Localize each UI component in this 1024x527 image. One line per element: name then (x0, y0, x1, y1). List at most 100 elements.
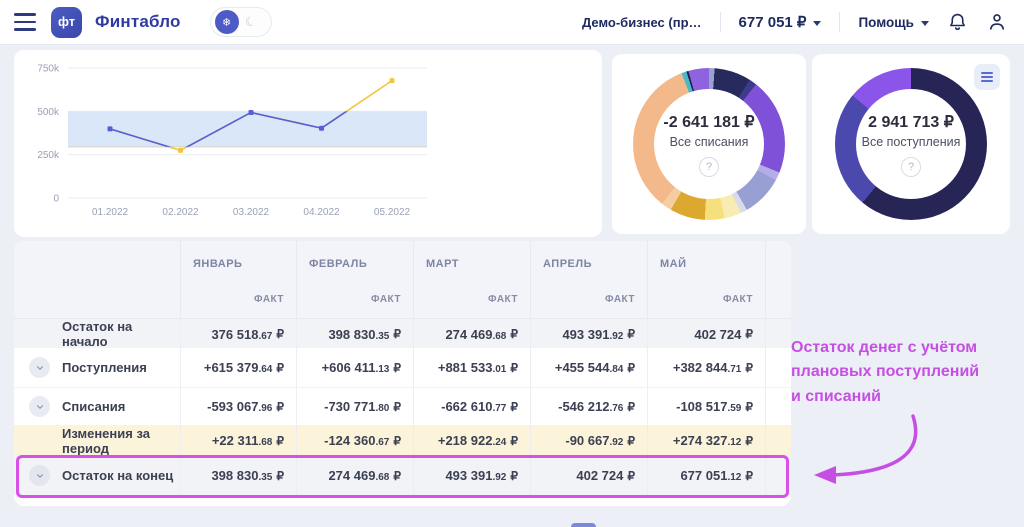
donut-center: -2 641 181 ₽ Все списания ? (654, 89, 764, 199)
table-cell: 402 724₽ (647, 319, 765, 349)
table-cell: +606 411.13₽ (296, 348, 413, 387)
svg-text:0: 0 (53, 194, 59, 205)
theme-toggle[interactable]: ❄ ☾ (210, 7, 272, 37)
expand-row-button[interactable] (29, 396, 50, 417)
annotation-arrow (798, 406, 926, 492)
filler-cell (765, 348, 791, 387)
income-donut-chart[interactable]: 2 941 713 ₽ Все поступления ? (835, 68, 987, 220)
chevron-down-icon (35, 363, 45, 373)
help-icon[interactable]: ? (699, 157, 719, 177)
menu-icon[interactable] (14, 13, 38, 31)
expenses-donut-card: -2 641 181 ₽ Все списания ? (612, 54, 806, 234)
annotation-text: Остаток денег с учётом плановых поступле… (791, 336, 1019, 409)
row-label: Списания (62, 399, 125, 414)
snowflake-icon[interactable]: ❄ (215, 10, 239, 34)
svg-text:250k: 250k (37, 150, 60, 161)
expenses-total: -2 641 181 ₽ (663, 112, 754, 132)
table-cell: -730 771.80₽ (296, 388, 413, 425)
row-label: Остаток на начало (14, 319, 180, 349)
expand-row-button[interactable] (29, 357, 50, 378)
profile-icon[interactable] (986, 11, 1008, 33)
column-header-january: ЯНВАРЬ ФАКТ (180, 241, 296, 318)
expenses-donut-chart[interactable]: -2 641 181 ₽ Все списания ? (633, 68, 785, 220)
fact-subheader: ФАКТ (488, 294, 518, 305)
svg-text:05.2022: 05.2022 (374, 207, 411, 218)
filler-cell (765, 456, 791, 495)
fact-subheader: ФАКТ (723, 294, 753, 305)
fact-subheader: ФАКТ (254, 294, 284, 305)
svg-text:750k: 750k (37, 64, 60, 75)
month-name: МАЙ (660, 258, 753, 270)
table-cell: 274 469.68₽ (413, 319, 530, 349)
cashflow-table: ЯНВАРЬ ФАКТ ФЕВРАЛЬ ФАКТ МАРТ ФАКТ АПРЕЛ… (14, 241, 791, 506)
fact-subheader: ФАКТ (371, 294, 401, 305)
table-cell: 402 724₽ (530, 456, 647, 495)
table-row-income[interactable]: Поступления +615 379.64₽ +606 411.13₽ +8… (14, 348, 791, 387)
table-cell: +615 379.64₽ (180, 348, 296, 387)
expenses-label: Все списания (670, 135, 749, 149)
table-cell: +22 311.68₽ (180, 425, 296, 456)
month-name: АПРЕЛЬ (543, 258, 635, 270)
income-donut-card: 2 941 713 ₽ Все поступления ? (812, 54, 1010, 234)
balance-line-chart-card: 0250k500k750k01.202202.202203.202204.202… (14, 50, 602, 237)
table-cell: -124 360.67₽ (296, 425, 413, 456)
svg-text:03.2022: 03.2022 (233, 207, 270, 218)
chart-menu-button[interactable] (974, 64, 1000, 90)
annotation-line: и списаний (791, 385, 1019, 409)
donut-center: 2 941 713 ₽ Все поступления ? (856, 89, 966, 199)
balance-dropdown[interactable]: 677 051 ₽ (739, 13, 822, 31)
svg-text:01.2022: 01.2022 (92, 207, 129, 218)
header-left: фт Финтабло ❄ ☾ (14, 7, 272, 38)
label-column-header (14, 241, 180, 318)
filler-cell (765, 319, 791, 349)
scroll-peek-button[interactable] (571, 523, 596, 527)
divider (720, 12, 721, 32)
expand-row-button[interactable] (29, 465, 50, 486)
column-header-april: АПРЕЛЬ ФАКТ (530, 241, 647, 318)
svg-text:500k: 500k (37, 107, 60, 118)
svg-text:04.2022: 04.2022 (303, 207, 340, 218)
month-name: ЯНВАРЬ (193, 258, 284, 270)
table-header-row: ЯНВАРЬ ФАКТ ФЕВРАЛЬ ФАКТ МАРТ ФАКТ АПРЕЛ… (14, 241, 791, 319)
month-name: МАРТ (426, 258, 518, 270)
filler-cell (765, 388, 791, 425)
table-cell: 274 469.68₽ (296, 456, 413, 495)
row-label: Поступления (62, 360, 147, 375)
table-cell: -546 212.76₽ (530, 388, 647, 425)
table-row-closing-balance[interactable]: Остаток на конец 398 830.35₽ 274 469.68₽… (14, 456, 791, 495)
brand-name: Финтабло (95, 12, 181, 32)
balance-line-chart: 0250k500k750k01.202202.202203.202204.202… (14, 50, 602, 237)
row-label-wrap: Списания (14, 388, 180, 425)
income-total: 2 941 713 ₽ (868, 112, 954, 132)
top-header: фт Финтабло ❄ ☾ Демо-бизнес (пр… 677 051… (0, 0, 1024, 44)
table-cell: -593 067.96₽ (180, 388, 296, 425)
row-label: Изменения за период (14, 425, 180, 456)
company-selector[interactable]: Демо-бизнес (пр… (582, 15, 702, 30)
column-header-march: МАРТ ФАКТ (413, 241, 530, 318)
row-label: Остаток на конец (62, 468, 173, 483)
chevron-down-icon (813, 21, 821, 26)
column-header-may: МАЙ ФАКТ (647, 241, 765, 318)
annotation-line: Остаток денег с учётом (791, 336, 1019, 360)
table-row-expenses[interactable]: Списания -593 067.96₽ -730 771.80₽ -662 … (14, 387, 791, 425)
table-row-period-change: Изменения за период +22 311.68₽ -124 360… (14, 425, 791, 456)
divider (839, 12, 840, 32)
app-logo[interactable]: фт (51, 7, 82, 38)
row-label-wrap: Поступления (14, 348, 180, 387)
table-cell: -90 667.92₽ (530, 425, 647, 456)
row-label-wrap: Остаток на конец (14, 456, 180, 495)
table-cell: +218 922.24₽ (413, 425, 530, 456)
filler-column-header (765, 241, 791, 318)
chevron-down-icon (35, 402, 45, 412)
chevron-down-icon (921, 21, 929, 26)
header-right: Демо-бизнес (пр… 677 051 ₽ Помощь (582, 11, 1008, 33)
table-cell: 398 830.35₽ (180, 456, 296, 495)
chevron-down-icon (35, 471, 45, 481)
bell-icon[interactable] (947, 11, 968, 33)
help-dropdown[interactable]: Помощь (858, 15, 929, 30)
moon-icon[interactable]: ☾ (243, 13, 258, 31)
table-cell: 677 051.12₽ (647, 456, 765, 495)
table-cell: 398 830.35₽ (296, 319, 413, 349)
help-icon[interactable]: ? (901, 157, 921, 177)
table-cell: 493 391.92₽ (413, 456, 530, 495)
